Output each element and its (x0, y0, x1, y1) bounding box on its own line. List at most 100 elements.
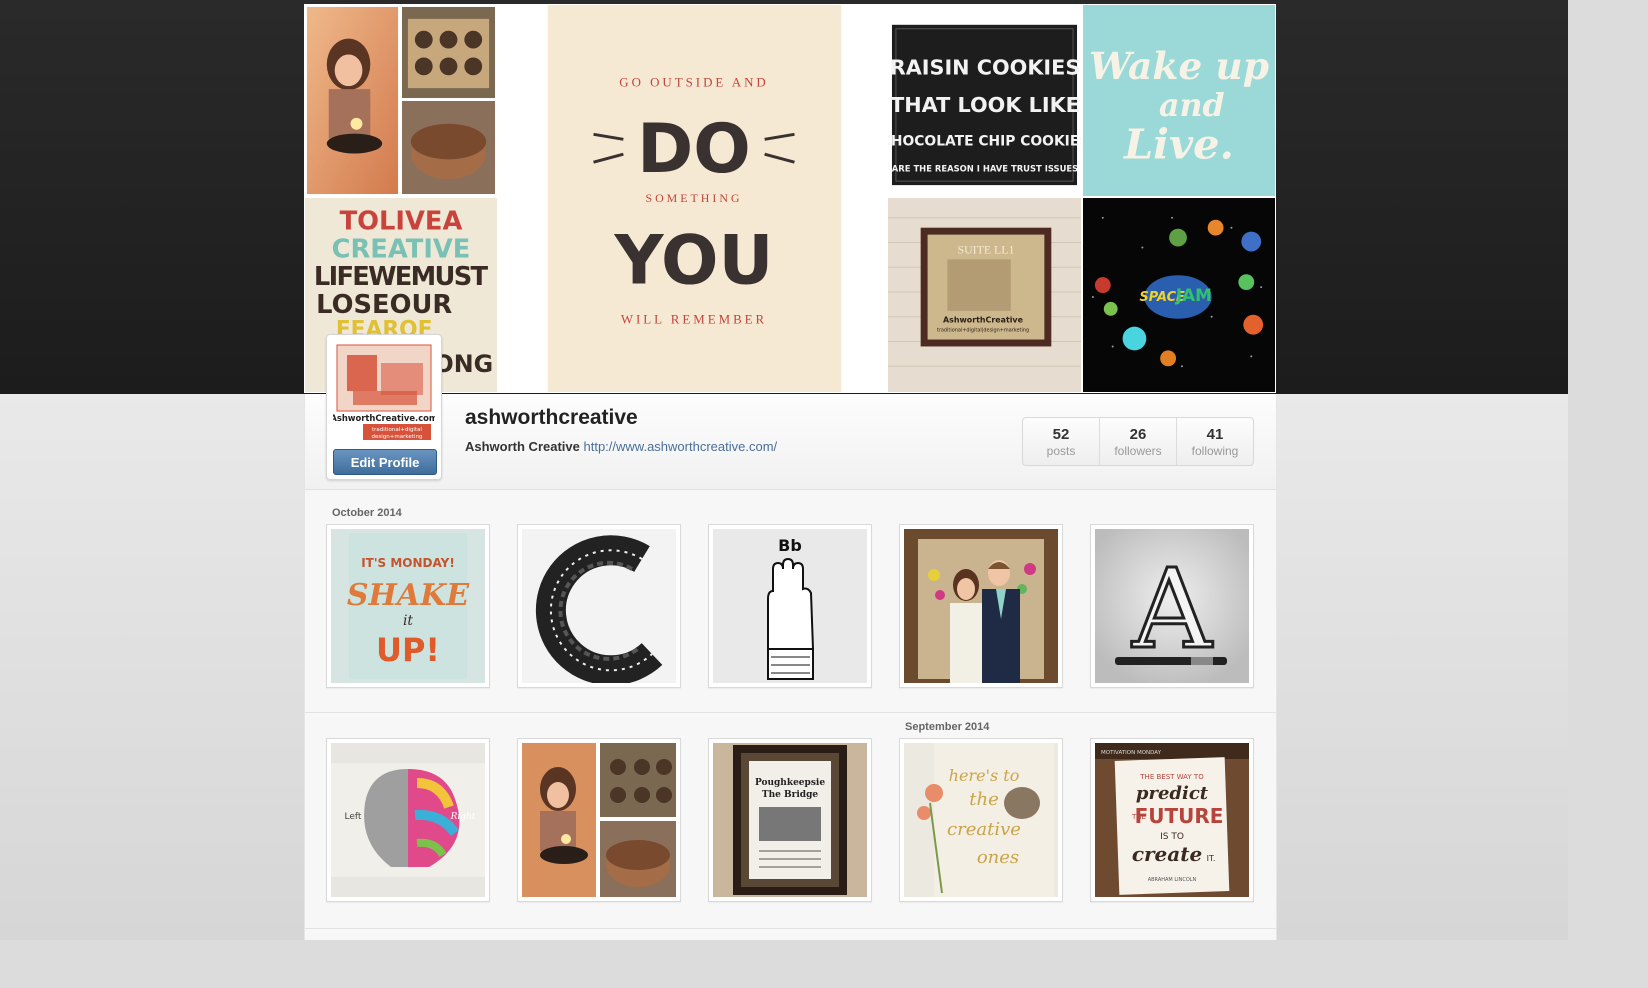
feed-divider-bottom (305, 928, 1276, 929)
framed-line2: The Bridge (762, 790, 818, 800)
profile-stats: 52 posts 26 followers 41 following (1022, 417, 1254, 466)
avatar-line2: traditional+digital (372, 427, 422, 433)
predict-future-image: MOTIVATION MONDAY THE BEST WAY TO predic… (1095, 743, 1249, 897)
brain-right-label: Right (450, 812, 476, 822)
stat-followers-value: 26 (1129, 425, 1147, 443)
raisin-line1: RAISIN COOKIES (890, 55, 1081, 79)
feed-divider (305, 712, 1276, 713)
cover-tile-birthday-collage[interactable] (304, 4, 498, 197)
raisin-cookies-sign: RAISIN COOKIES THAT LOOK LIKE CHOCOLATE … (888, 5, 1081, 196)
month-label-september: September 2014 (905, 721, 990, 733)
stat-posts[interactable]: 52 posts (1023, 418, 1100, 465)
predict-line4: FUTURE (1135, 804, 1224, 828)
predict-line7: IT. (1207, 854, 1216, 863)
live-line4: LOSEOUR (316, 290, 452, 320)
photo-shake-it-up[interactable]: IT'S MONDAY! SHAKE it UP! (326, 524, 490, 688)
predict-line6: create (1132, 842, 1202, 866)
avatar-logo: AshworthCreative.com traditional+digital… (333, 341, 435, 443)
do-something-line5: WILL REMEMBER (621, 311, 767, 326)
full-name: Ashworth Creative (465, 439, 580, 454)
shake-line2: SHAKE (347, 578, 470, 613)
creative-line1: here's to (949, 766, 1020, 785)
stat-following-label: following (1191, 443, 1239, 458)
do-something-poster: GO OUTSIDE AND DO SOMETHING YOU WILL REM… (499, 5, 886, 392)
live-line2: CREATIVE (332, 234, 471, 264)
creative-line3: creative (947, 819, 1021, 840)
shake-line4: UP! (376, 631, 440, 669)
avatar-card: AshworthCreative.com traditional+digital… (326, 334, 442, 480)
photo-letter-a[interactable]: A (1090, 524, 1254, 688)
stat-posts-label: posts (1046, 443, 1076, 458)
photo-couple[interactable] (899, 524, 1063, 688)
live-line3: LIFEWEMUST (314, 262, 489, 292)
photo-birthday-collage[interactable] (517, 738, 681, 902)
do-something-line3: SOMETHING (645, 191, 742, 205)
stat-following-value: 41 (1206, 425, 1224, 443)
website-link[interactable]: http://www.ashworthcreative.com/ (584, 439, 778, 454)
do-something-line1: GO OUTSIDE AND (619, 75, 768, 90)
raisin-line3: CHOCOLATE CHIP COOKIES (888, 134, 1081, 150)
stat-following[interactable]: 41 following (1177, 418, 1253, 465)
birthday-collage-image (305, 5, 497, 196)
edit-profile-button[interactable]: Edit Profile (333, 449, 437, 475)
wake-up-poster: Wake up and Live. (1083, 5, 1275, 196)
raisin-line2: THAT LOOK LIKE (890, 93, 1080, 117)
wake-line1: Wake up (1089, 44, 1269, 88)
predict-line2: predict (1136, 783, 1209, 804)
letter-a-glyph: A (1131, 545, 1213, 673)
month-label-october: October 2014 (332, 507, 402, 519)
live-line6: ONG (434, 350, 494, 378)
wake-line3: Live. (1123, 119, 1234, 168)
creative-ones-image: here's to the creative ones (904, 743, 1058, 897)
birthday-collage-thumb (522, 743, 676, 897)
predict-line5: IS TO (1160, 832, 1184, 842)
photo-framed-print[interactable]: Poughkeepsie The Bridge (708, 738, 872, 902)
creative-line4: ones (977, 847, 1019, 868)
cover-tile-suite-sign[interactable]: SUITE LL1 AshworthCreative traditional+d… (887, 197, 1082, 393)
shake-line1: IT'S MONDAY! (361, 556, 455, 570)
letter-a-image: A (1095, 529, 1249, 683)
photo-bb-hand[interactable]: Bb (708, 524, 872, 688)
space-line2: JAM (1175, 285, 1212, 305)
bb-label: Bb (778, 536, 802, 555)
framed-line1: Poughkeepsie (755, 778, 825, 788)
avatar[interactable]: AshworthCreative.com traditional+digital… (333, 341, 435, 443)
raisin-line4: ARE THE REASON I HAVE TRUST ISSUES (892, 163, 1078, 173)
suite-line2: AshworthCreative (943, 316, 1023, 325)
stat-followers[interactable]: 26 followers (1100, 418, 1177, 465)
suite-line3: traditional+digital|design+marketing (937, 328, 1029, 334)
cover-tile-wake-up[interactable]: Wake up and Live. (1082, 4, 1276, 197)
creative-line2: the (969, 789, 998, 810)
wake-line2: and (1159, 87, 1225, 124)
framed-print-image: Poughkeepsie The Bridge (713, 743, 867, 897)
photo-predict-future[interactable]: MOTIVATION MONDAY THE BEST WAY TO predic… (1090, 738, 1254, 902)
space-jam-image: SPACE JAM (1083, 198, 1275, 392)
do-something-line4: YOU (613, 221, 773, 300)
predict-line1: THE BEST WAY TO (1139, 773, 1204, 781)
couple-image (904, 529, 1058, 683)
suite-sign-photo: SUITE LL1 AshworthCreative traditional+d… (888, 198, 1081, 392)
profile-bio: Ashworth Creative http://www.ashworthcre… (465, 439, 777, 454)
stat-followers-label: followers (1114, 443, 1162, 458)
cover-tile-space-jam[interactable]: SPACE JAM (1082, 197, 1276, 393)
do-something-line2: DO (637, 109, 751, 188)
photo-left-right-brain[interactable]: Left Right (326, 738, 490, 902)
predict-tag: MOTIVATION MONDAY (1101, 750, 1162, 756)
avatar-line3: design+marketing (372, 434, 423, 440)
predict-line8: ABRAHAM LINCOLN (1148, 877, 1197, 883)
left-right-brain-image: Left Right (331, 743, 485, 897)
shake-it-up-image: IT'S MONDAY! SHAKE it UP! (331, 529, 485, 683)
letter-c-image (522, 529, 676, 683)
shake-line3: it (403, 613, 413, 629)
suite-line1: SUITE LL1 (957, 242, 1014, 256)
brain-left-label: Left (345, 812, 362, 822)
stat-posts-value: 52 (1052, 425, 1070, 443)
photo-letter-c[interactable] (517, 524, 681, 688)
avatar-line1: AshworthCreative.com (333, 413, 435, 423)
cover-tile-do-something[interactable]: GO OUTSIDE AND DO SOMETHING YOU WILL REM… (498, 4, 887, 393)
bb-hand-image: Bb (713, 529, 867, 683)
username: ashworthcreative (465, 406, 638, 429)
photo-creative-ones[interactable]: here's to the creative ones (899, 738, 1063, 902)
cover-collage: GO OUTSIDE AND DO SOMETHING YOU WILL REM… (304, 4, 1276, 393)
cover-tile-raisin-cookies[interactable]: RAISIN COOKIES THAT LOOK LIKE CHOCOLATE … (887, 4, 1082, 197)
